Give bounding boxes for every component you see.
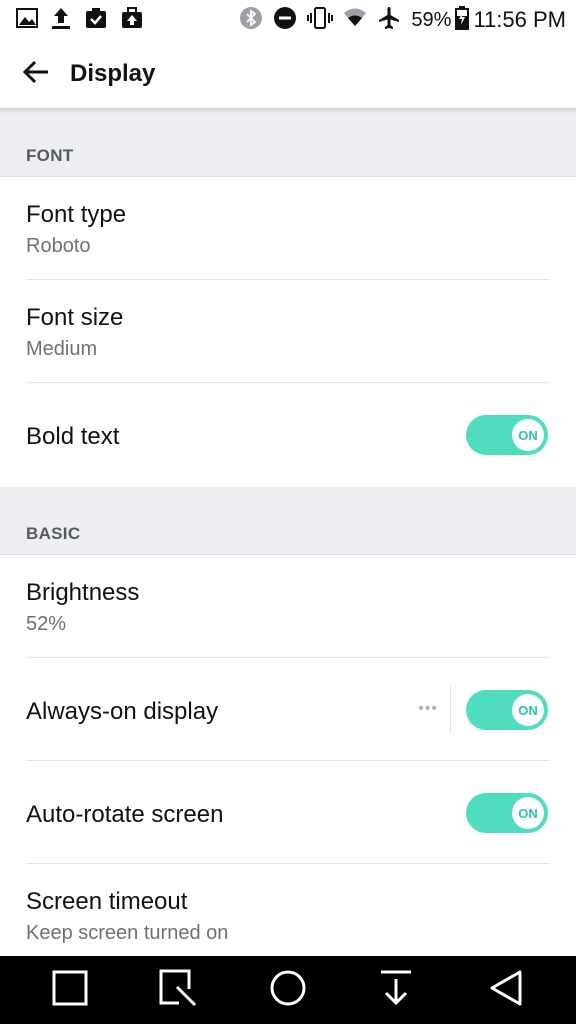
always-on-display-toggle[interactable]: ON [466, 690, 548, 730]
square-icon [52, 970, 88, 1011]
vertical-separator [450, 686, 451, 734]
section-header-basic: BASIC [0, 487, 576, 555]
upload-icon [50, 6, 72, 35]
bluetooth-icon [239, 6, 263, 35]
setting-font-size[interactable]: Font size Medium [0, 280, 576, 383]
capture-icon [159, 969, 197, 1012]
battery-icon [455, 5, 470, 35]
row-title: Auto-rotate screen [26, 801, 224, 828]
row-title: Always-on display [26, 698, 219, 725]
airplane-icon [377, 6, 401, 35]
vibrate-icon [307, 6, 334, 35]
setting-auto-rotate-screen[interactable]: Auto-rotate screen ON [0, 761, 576, 864]
back-button[interactable] [16, 54, 56, 94]
setting-screen-timeout[interactable]: Screen timeout Keep screen turned on [0, 864, 576, 956]
briefcase-upload-icon [120, 6, 144, 35]
setting-bold-text[interactable]: Bold text ON [0, 383, 576, 487]
row-value: Medium [26, 338, 98, 360]
toggle-knob: ON [512, 694, 544, 726]
nav-back-button[interactable] [486, 970, 526, 1010]
app-bar: Display [0, 40, 576, 109]
setting-font-type[interactable]: Font type Roboto [0, 177, 576, 280]
bold-text-toggle[interactable]: ON [466, 415, 548, 455]
nav-download-button[interactable] [376, 970, 416, 1010]
clipboard-check-icon [84, 6, 108, 35]
section-header-label: BASIC [26, 524, 81, 543]
more-options-icon[interactable]: ••• [418, 700, 438, 718]
home-icon [269, 969, 307, 1012]
row-title: Font size [26, 304, 124, 331]
row-value: Roboto [26, 235, 91, 257]
row-title: Screen timeout [26, 888, 188, 915]
toggle-knob: ON [512, 419, 544, 451]
toggle-knob: ON [512, 797, 544, 829]
row-title: Brightness [26, 579, 140, 606]
battery-percent: 59% [411, 8, 452, 31]
row-value: 52% [26, 613, 67, 635]
row-value: Keep screen turned on [26, 922, 229, 944]
row-title: Bold text [26, 423, 120, 450]
setting-always-on-display[interactable]: Always-on display ••• ON [0, 658, 576, 761]
setting-brightness[interactable]: Brightness 52% [0, 555, 576, 658]
auto-rotate-toggle[interactable]: ON [466, 793, 548, 833]
clock: 11:56 PM [473, 7, 566, 32]
status-bar: 59% 11:56 PM [0, 0, 576, 40]
nav-capture-button[interactable] [158, 969, 198, 1012]
section-header-label: FONT [26, 146, 74, 165]
back-icon [488, 969, 524, 1012]
do-not-disturb-icon [273, 6, 297, 35]
wifi-icon [343, 6, 367, 35]
nav-square-button[interactable] [50, 970, 90, 1010]
section-header-font: FONT [0, 109, 576, 177]
arrow-left-icon [21, 57, 51, 92]
nav-home-button[interactable] [268, 970, 308, 1010]
gallery-icon [16, 7, 38, 34]
row-title: Font type [26, 201, 127, 228]
navigation-bar [0, 956, 576, 1024]
page-title: Display [70, 60, 156, 87]
download-icon [378, 969, 414, 1012]
